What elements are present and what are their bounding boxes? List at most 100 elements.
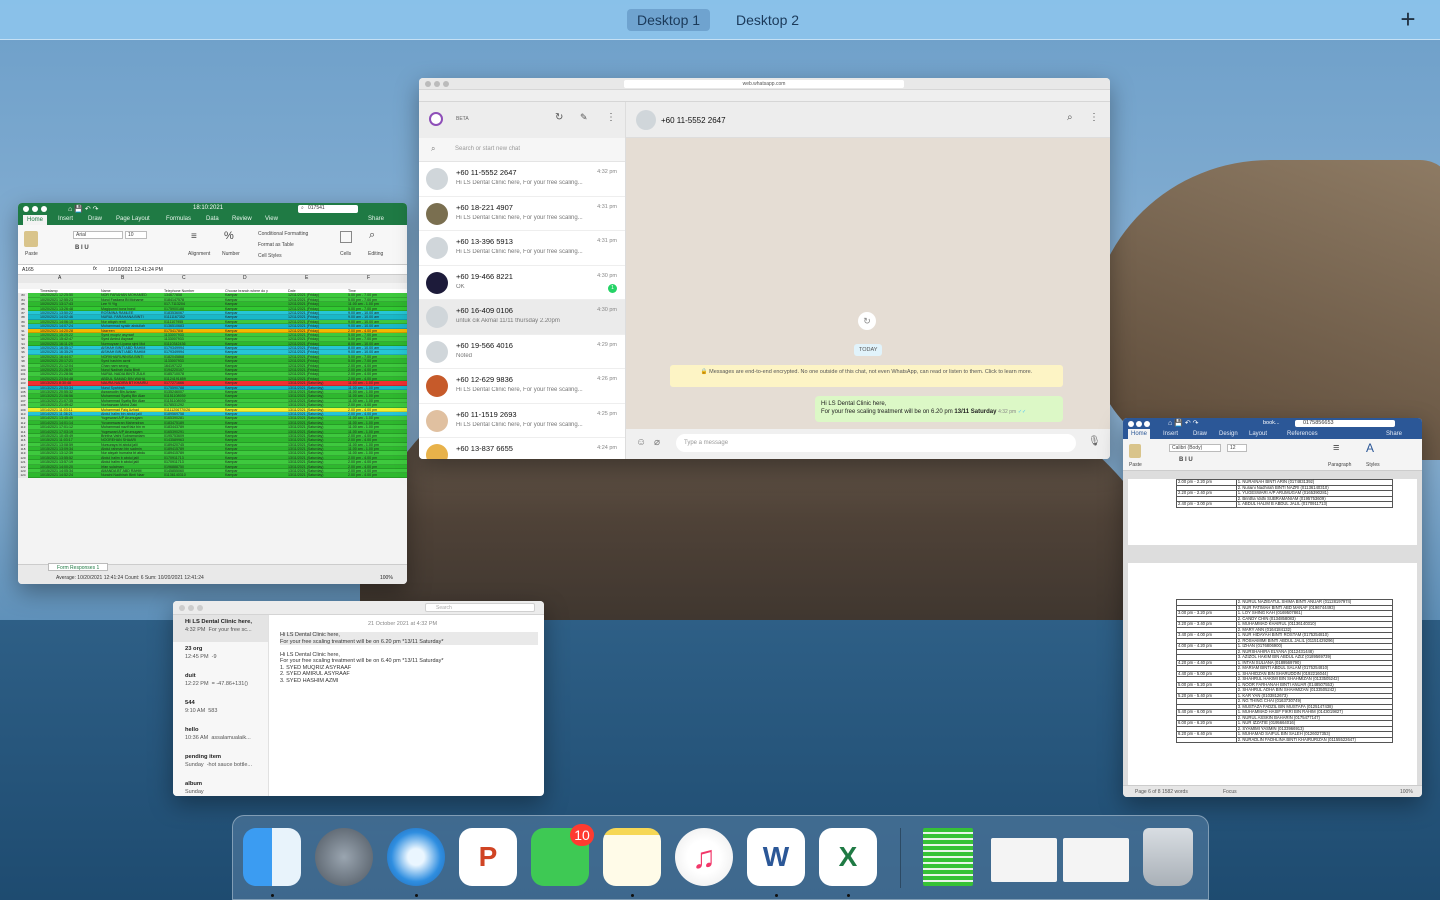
close-icon[interactable]	[425, 81, 431, 87]
note-body[interactable]: Hi LS Dental Clinic here, For your free s…	[280, 632, 538, 684]
note-list-item[interactable]: Hi LS Dental Clinic here, 4:32 PM For you…	[173, 615, 268, 642]
tab-data[interactable]: Data	[206, 216, 219, 222]
menu-icon[interactable]: ⋮	[1089, 112, 1099, 123]
excel-app-icon[interactable]: X	[819, 828, 877, 886]
note-list-item[interactable]: pending item Sunday -hot sauce bottle...	[173, 750, 268, 777]
safari-window-thumbnail-2[interactable]	[1063, 838, 1129, 882]
finder-app-icon[interactable]	[243, 828, 301, 886]
add-desktop-icon[interactable]: +	[1396, 6, 1420, 34]
patient-cell[interactable]: 1. ABDUL HALIM B ABDUL JALIL (0170911713…	[1235, 501, 1394, 508]
tab-insert[interactable]: Insert	[1163, 431, 1178, 437]
attach-icon[interactable]: ⌀	[654, 437, 660, 448]
name-box[interactable]: A165	[22, 267, 58, 273]
sheet-tab[interactable]: Form Responses 1	[48, 563, 109, 571]
contact-avatar[interactable]	[426, 237, 448, 259]
editing-search-icon[interactable]: ⌕	[369, 229, 375, 242]
paste-label[interactable]: Paste	[1129, 462, 1142, 468]
zoom-icon[interactable]	[197, 605, 203, 611]
tab-draw[interactable]: Draw	[88, 216, 102, 222]
minimize-icon[interactable]	[1136, 421, 1142, 427]
whatsapp-window[interactable]: web.whatsapp.com BETA ↻ ✎ ⋮ ⌕ Search or …	[419, 78, 1110, 459]
search-icon[interactable]: ⌕	[1067, 112, 1073, 123]
tab-formulas[interactable]: Formulas	[166, 216, 191, 222]
close-icon[interactable]	[1128, 421, 1134, 427]
column-e[interactable]: E	[305, 275, 308, 281]
contact-avatar[interactable]	[426, 444, 448, 459]
word-app-icon[interactable]: W	[747, 828, 805, 886]
conditional-formatting-button[interactable]: Conditional Formatting	[258, 231, 308, 237]
minimize-icon[interactable]	[434, 81, 440, 87]
note-list-item[interactable]: 544 9:10 AM 583	[173, 696, 268, 723]
align-icon[interactable]: ≡	[191, 231, 197, 242]
zoom-icon[interactable]	[443, 81, 449, 87]
chat-list-item[interactable]: +60 12-629 9836 4:26 pm Hi LS Dental Clini…	[419, 369, 625, 404]
format-as-table-button[interactable]: Format as Table	[258, 242, 294, 248]
tab-view[interactable]: View	[265, 216, 278, 222]
search-input[interactable]: Search or start new chat	[455, 146, 520, 152]
excel-window[interactable]: ⌂ 💾 ↶ ↷ 18:10:2021 017541 ⌕ Home Insert …	[18, 203, 407, 584]
word-window[interactable]: ⌂ 💾 ↶ ↷ book... 0175856653 Home Insert D…	[1123, 418, 1422, 797]
cell[interactable]: 01136140310	[164, 473, 224, 477]
zoom-icon[interactable]	[1144, 421, 1150, 427]
contact-avatar[interactable]	[426, 306, 448, 328]
paragraph-icon[interactable]: ≡	[1333, 442, 1339, 454]
launchpad-app-icon[interactable]	[315, 828, 373, 886]
safari-app-icon[interactable]	[387, 828, 445, 886]
clipboard-icon[interactable]	[24, 231, 38, 247]
note-list-item[interactable]: duit 12:22 PM = -47.86+131()	[173, 669, 268, 696]
cells-label[interactable]: Cells	[340, 251, 351, 257]
powerpoint-app-icon[interactable]: P	[459, 828, 517, 886]
column-f[interactable]: F	[367, 275, 370, 281]
close-icon[interactable]	[23, 206, 29, 212]
tab-review[interactable]: Review	[232, 216, 252, 222]
bold-icon[interactable]: B I U	[75, 245, 89, 251]
cell[interactable]: Kampar	[225, 473, 285, 477]
notes-window[interactable]: Search Hi LS Dental Clinic here, 4:32 PM …	[173, 601, 544, 796]
zoom-level[interactable]: 100%	[1400, 789, 1413, 795]
profile-avatar[interactable]	[429, 112, 443, 126]
share-button[interactable]: Share	[368, 216, 384, 222]
focus-button[interactable]: Focus	[1223, 789, 1237, 795]
column-b[interactable]: B	[121, 275, 124, 281]
chat-list-item[interactable]: +60 19-566 4016 4:29 pm Noted	[419, 335, 625, 369]
column-c[interactable]: C	[182, 275, 186, 281]
music-app-icon[interactable]: ♫	[675, 828, 733, 886]
styles-label[interactable]: Styles	[1366, 462, 1380, 468]
notes-app-icon[interactable]	[603, 828, 661, 886]
cell-styles-button[interactable]: Cell Styles	[258, 253, 282, 259]
microphone-icon[interactable]: 🎙	[1088, 436, 1101, 447]
reload-icon[interactable]: ↻	[858, 312, 876, 330]
notes-search-input[interactable]: Search	[425, 603, 535, 612]
chat-list-item[interactable]: +60 18-221 4907 4:31 pm Hi LS Dental Clini…	[419, 197, 625, 231]
tab-layout[interactable]: Layout	[1249, 431, 1267, 437]
contact-avatar[interactable]	[426, 340, 448, 363]
tab-page-layout[interactable]: Page Layout	[116, 216, 150, 222]
cell[interactable]: 10/15/2021 14:52:24	[40, 473, 100, 477]
excel-search-input[interactable]: 017541	[298, 205, 358, 213]
row-number[interactable]: 124	[18, 473, 28, 478]
close-icon[interactable]	[179, 605, 185, 611]
patient-cell[interactable]: 2. NURADLIN FADHLINA BINTI KHAIRURIZAN (…	[1235, 736, 1394, 743]
message-input[interactable]: Type a message	[676, 434, 1076, 452]
font-select[interactable]: Calibri (Body)	[1169, 444, 1221, 452]
font-size-select[interactable]: 10	[125, 231, 147, 239]
cells-icon[interactable]	[340, 231, 352, 243]
tab-home[interactable]: Home	[1128, 429, 1151, 439]
message-bubble[interactable]: Hi LS Dental Clinic here, For your free …	[815, 396, 1063, 422]
tab-draw[interactable]: Draw	[1193, 431, 1207, 437]
note-list-item[interactable]: 23 org 12:45 PM -9	[173, 642, 268, 669]
chat-list-item[interactable]: +60 19-466 8221 4:30 pm OK 1	[419, 266, 625, 300]
table-row[interactable]: 124 10/15/2021 14:52:24 Nuraini Nadhirah B…	[18, 473, 407, 478]
contact-avatar[interactable]	[426, 375, 448, 397]
minimize-icon[interactable]	[188, 605, 194, 611]
status-icon[interactable]: ↻	[555, 112, 563, 123]
home-icon[interactable]: ⌂ 💾 ↶ ↷	[68, 205, 99, 213]
zoom-level[interactable]: 100%	[380, 575, 393, 581]
safari-window-thumbnail[interactable]	[991, 838, 1057, 882]
trash-icon[interactable]	[1143, 828, 1193, 886]
contact-avatar[interactable]	[426, 168, 448, 190]
cell[interactable]: Nuraini Nadhirah Binti Nazr	[101, 473, 161, 477]
active-chat-name[interactable]: +60 11-5552 2647	[661, 116, 726, 125]
time-slot-cell[interactable]	[1176, 736, 1237, 743]
paragraph-label[interactable]: Paragraph	[1328, 462, 1351, 468]
